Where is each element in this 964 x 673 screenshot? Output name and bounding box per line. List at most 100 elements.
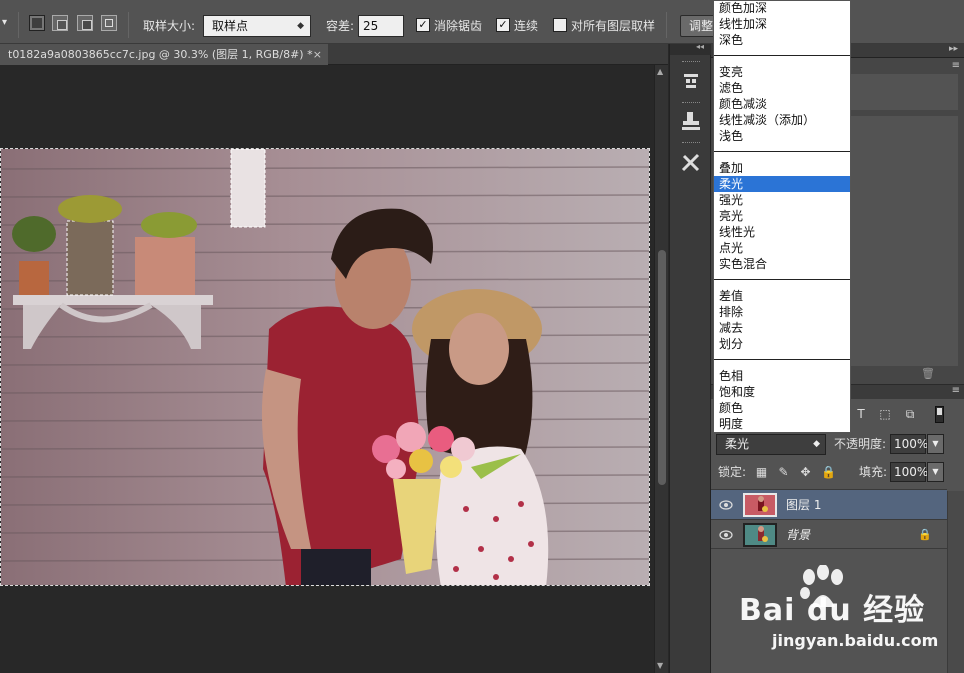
type-filter-icon[interactable]: T	[854, 407, 868, 421]
blend-mode-option[interactable]: 差值	[714, 288, 850, 304]
lock-transparent-pixels-icon[interactable]: ▦	[755, 466, 768, 479]
document-tab-title: t0182a9a0803865cc7c.jpg @ 30.3% (图层 1, R…	[8, 48, 313, 61]
blend-mode-option[interactable]: 颜色减淡	[714, 96, 850, 112]
panel-content-top	[845, 74, 958, 110]
grip-handle[interactable]	[682, 142, 700, 144]
panel-content	[845, 116, 958, 366]
canvas-vertical-scrollbar[interactable]: ▲ ▼	[654, 65, 668, 673]
sample-size-label: 取样大小:	[143, 19, 196, 33]
menu-separator	[714, 55, 850, 56]
opacity-dropdown-button[interactable]: ▼	[927, 434, 944, 454]
blend-mode-option[interactable]: 划分	[714, 336, 850, 352]
fill-label: 填充:	[859, 465, 888, 479]
panel-dock-icons: ◂◂	[669, 42, 712, 673]
add-to-selection-icon[interactable]	[52, 15, 68, 31]
blend-mode-option[interactable]: 色相	[714, 368, 850, 384]
panel-menu-icon[interactable]: ≡	[952, 60, 960, 71]
layer-name[interactable]: 背景	[786, 520, 810, 550]
watermark-url: jingyan.baidu.com	[772, 631, 939, 650]
tolerance-label: 容差:	[326, 19, 355, 33]
scroll-thumb[interactable]	[658, 250, 666, 485]
layer-thumbnail	[743, 493, 777, 517]
document-image[interactable]	[0, 148, 650, 586]
contiguous-label: 连续	[514, 19, 539, 33]
antialias-checkbox[interactable]: ✓	[416, 18, 430, 32]
visibility-eye-icon[interactable]	[719, 529, 733, 541]
layer-row[interactable]: 背景 🔒	[711, 519, 947, 549]
fill-dropdown-button[interactable]: ▼	[927, 462, 944, 482]
blend-mode-option[interactable]: 减去	[714, 320, 850, 336]
intersect-selection-icon[interactable]	[101, 15, 117, 31]
menu-separator	[714, 279, 850, 280]
lock-all-icon[interactable]: 🔒	[821, 466, 836, 479]
contiguous-checkbox[interactable]: ✓	[496, 18, 510, 32]
subtract-from-selection-icon[interactable]	[77, 15, 93, 31]
layer-name[interactable]: 图层 1	[786, 490, 821, 520]
close-tab-icon[interactable]: ×	[313, 44, 322, 65]
sample-all-layers-checkbox[interactable]	[553, 18, 567, 32]
grip-handle[interactable]	[682, 102, 700, 104]
sample-size-dropdown[interactable]: 取样点 ◆	[203, 15, 311, 37]
collapse-icon[interactable]: ▸▸	[949, 44, 958, 54]
tools-preset-icon[interactable]	[678, 150, 704, 176]
visibility-eye-icon[interactable]	[719, 499, 733, 511]
blend-mode-option[interactable]: 明度	[714, 416, 850, 432]
opacity-label: 不透明度:	[834, 437, 887, 451]
canvas-area[interactable]	[0, 65, 654, 673]
blend-mode-option[interactable]: 点光	[714, 240, 850, 256]
separator	[666, 12, 667, 38]
blend-mode-option[interactable]: 线性光	[714, 224, 850, 240]
blend-mode-option[interactable]: 强光	[714, 192, 850, 208]
blend-mode-option[interactable]: 实色混合	[714, 256, 850, 272]
collapse-icon[interactable]: ◂◂	[696, 42, 704, 51]
document-tab-strip: t0182a9a0803865cc7c.jpg @ 30.3% (图层 1, R…	[0, 44, 668, 65]
blend-mode-option[interactable]: 变亮	[714, 64, 850, 80]
separator	[128, 12, 129, 38]
trash-icon[interactable]: 🗑	[921, 367, 935, 380]
lock-position-icon[interactable]: ✥	[799, 466, 812, 479]
blend-mode-option[interactable]: 线性加深	[714, 16, 850, 32]
blend-mode-option[interactable]: 排除	[714, 304, 850, 320]
opacity-input[interactable]: 100%	[890, 434, 928, 454]
antialias-label: 消除锯齿	[434, 19, 483, 33]
menu-separator	[714, 359, 850, 360]
tolerance-input[interactable]: 25	[358, 15, 404, 37]
blend-mode-option[interactable]: 颜色	[714, 400, 850, 416]
blend-mode-option[interactable]: 浅色	[714, 128, 850, 144]
history-brush-icon[interactable]	[678, 68, 704, 94]
sample-size-value: 取样点	[212, 19, 249, 33]
photo-couple-with-flowers	[1, 149, 649, 585]
scroll-up-icon[interactable]: ▲	[657, 67, 663, 76]
document-tab[interactable]: t0182a9a0803865cc7c.jpg @ 30.3% (图层 1, R…	[0, 44, 328, 65]
wall-lamp	[230, 149, 266, 228]
blend-mode-option[interactable]: 叠加	[714, 160, 850, 176]
grip-handle[interactable]	[682, 61, 700, 63]
lock-label: 锁定:	[718, 465, 747, 479]
menu-separator	[714, 151, 850, 152]
blend-mode-option[interactable]: 深色	[714, 32, 850, 48]
fill-input[interactable]: 100%	[890, 462, 928, 482]
scroll-down-icon[interactable]: ▼	[657, 661, 663, 670]
blend-mode-menu: 颜色加深 线性加深 深色变亮 滤色 颜色减淡 线性减淡（添加） 浅色叠加 柔光 强光 亮光 线性光点…	[713, 0, 851, 433]
smart-object-filter-icon[interactable]: ⧉	[903, 407, 917, 421]
blend-mode-select[interactable]: 柔光 ◆	[716, 434, 826, 455]
layer-row[interactable]: 图层 1	[711, 489, 947, 519]
dropdown-arrows-icon: ◆	[813, 439, 820, 449]
filter-toggle[interactable]	[935, 406, 944, 423]
new-selection-icon[interactable]	[29, 15, 45, 31]
blend-mode-option[interactable]: 线性减淡（添加）	[714, 112, 850, 128]
lock-image-pixels-icon[interactable]: ✎	[777, 466, 790, 479]
tool-preset-chevron-icon[interactable]: ▾	[2, 13, 7, 33]
baidu-jingyan-watermark: Bai du 经验 jingyan.baidu.com	[735, 565, 960, 665]
panel-menu-icon[interactable]: ≡	[952, 385, 960, 396]
blend-mode-option[interactable]: 滤色	[714, 80, 850, 96]
clone-stamp-icon[interactable]	[678, 108, 704, 134]
watermark-logo-text: Bai du 经验	[739, 593, 926, 628]
blend-mode-option[interactable]: 亮光	[714, 208, 850, 224]
blend-mode-option[interactable]: 柔光	[714, 176, 850, 192]
shape-filter-icon[interactable]: ⬚	[878, 407, 892, 421]
sample-all-layers-label: 对所有图层取样	[571, 19, 656, 33]
blend-mode-option[interactable]: 颜色加深	[714, 0, 850, 16]
dropdown-arrows-icon: ◆	[297, 21, 304, 31]
blend-mode-option[interactable]: 饱和度	[714, 384, 850, 400]
